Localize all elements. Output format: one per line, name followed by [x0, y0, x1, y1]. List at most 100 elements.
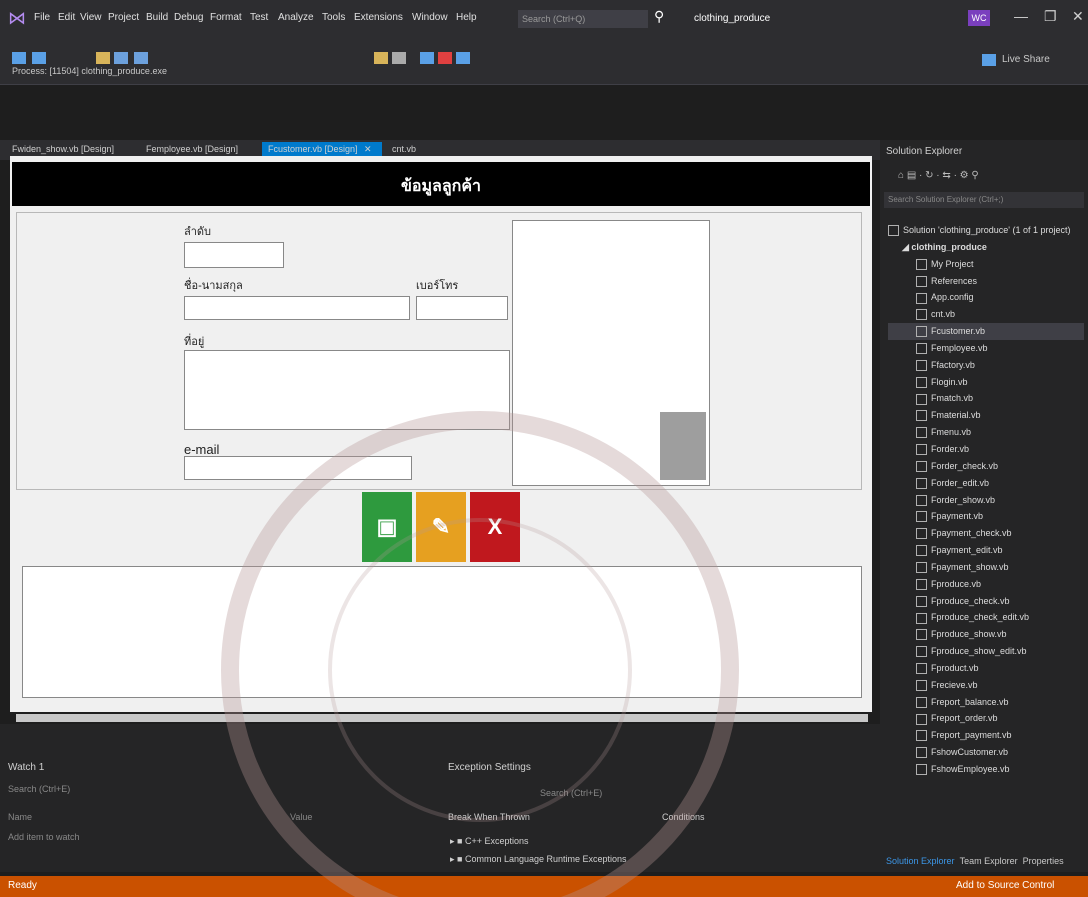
search-input[interactable]: Search (Ctrl+Q)	[518, 10, 648, 28]
edit-button[interactable]: ✎	[416, 492, 466, 562]
solution-item[interactable]: Fcustomer.vb	[888, 323, 1084, 340]
menu-project[interactable]: Project	[108, 12, 139, 23]
visual-studio-logo-icon: ⋈	[8, 8, 26, 28]
solution-item[interactable]: Fpayment_edit.vb	[888, 542, 1084, 559]
solution-item[interactable]: Fproduce_check_edit.vb	[888, 609, 1084, 626]
watch-search-input[interactable]: Search (Ctrl+E)	[8, 784, 70, 794]
tab-femployee[interactable]: Femployee.vb [Design]	[146, 144, 238, 154]
name-field[interactable]	[184, 296, 410, 320]
forward-icon[interactable]	[32, 52, 46, 64]
solution-item[interactable]: Fmaterial.vb	[888, 407, 1084, 424]
phone-field[interactable]	[416, 296, 508, 320]
menu-help[interactable]: Help	[456, 12, 477, 23]
solution-item[interactable]: Fpayment_show.vb	[888, 559, 1084, 576]
file-icon	[916, 545, 927, 557]
solution-item[interactable]: Flogin.vb	[888, 374, 1084, 391]
menu-window[interactable]: Window	[412, 12, 448, 23]
tab-cnt[interactable]: cnt.vb	[392, 144, 416, 154]
solution-item[interactable]: Fpayment_check.vb	[888, 525, 1084, 542]
solution-item[interactable]: cnt.vb	[888, 306, 1084, 323]
exception-row[interactable]: ▸ ■ Common Language Runtime Exceptions	[450, 854, 627, 865]
solution-item[interactable]: Ffactory.vb	[888, 357, 1084, 374]
file-icon	[916, 663, 927, 675]
solution-item[interactable]: My Project	[888, 256, 1084, 273]
avatar[interactable]: WC	[968, 10, 990, 26]
tab-team-explorer[interactable]: Team Explorer	[960, 856, 1018, 866]
solution-item-label: Fproduce_check_edit.vb	[931, 612, 1030, 623]
tab-solution-explorer[interactable]: Solution Explorer	[886, 856, 955, 866]
label-name: ชื่อ-นามสกุล	[184, 280, 243, 292]
menu-analyze[interactable]: Analyze	[278, 12, 314, 23]
menu-extensions[interactable]: Extensions	[354, 12, 403, 23]
tab-fcustomer[interactable]: Fcustomer.vb [Design]	[268, 144, 358, 154]
solution-item-label: Fmatch.vb	[931, 393, 974, 404]
solution-item[interactable]: FshowEmployee.vb	[888, 761, 1084, 778]
solution-item[interactable]: Freport_payment.vb	[888, 727, 1084, 744]
process-selector[interactable]: Process: [11504] clothing_produce.exe	[12, 66, 167, 76]
no-field[interactable]	[184, 242, 284, 268]
menu-edit[interactable]: Edit	[58, 12, 75, 23]
designer-horizontal-scrollbar[interactable]	[16, 714, 868, 722]
stop-icon[interactable]	[438, 52, 452, 64]
browse-image-button[interactable]	[660, 412, 706, 480]
solution-item[interactable]: Fmenu.vb	[888, 424, 1084, 441]
find-icon[interactable]	[374, 52, 388, 64]
address-field[interactable]	[184, 350, 510, 430]
open-folder-icon[interactable]	[96, 52, 110, 64]
search-icon[interactable]: ⚲	[654, 8, 664, 25]
solution-item-label: Forder.vb	[931, 443, 970, 454]
solution-root[interactable]: Solution 'clothing_produce' (1 of 1 proj…	[888, 222, 1084, 239]
menu-tools[interactable]: Tools	[322, 12, 345, 23]
solution-item[interactable]: Fproduce_show_edit.vb	[888, 643, 1084, 660]
exception-search-input[interactable]: Search (Ctrl+E)	[540, 788, 602, 798]
solution-item[interactable]: Fpayment.vb	[888, 508, 1084, 525]
menu-build[interactable]: Build	[146, 12, 168, 23]
solution-item[interactable]: Fproduct.vb	[888, 660, 1084, 677]
restart-icon[interactable]	[456, 52, 470, 64]
save-button[interactable]: ▣	[362, 492, 412, 562]
solution-item[interactable]: Fmatch.vb	[888, 390, 1084, 407]
exception-row[interactable]: ▸ ■ C++ Exceptions	[450, 836, 529, 847]
menu-debug[interactable]: Debug	[174, 12, 203, 23]
toolbar-icon[interactable]	[392, 52, 406, 64]
close-icon[interactable]: ✕	[1072, 8, 1084, 25]
solution-item[interactable]: FshowCustomer.vb	[888, 744, 1084, 761]
project-node[interactable]: ◢ clothing_produce	[888, 239, 1084, 256]
solution-item[interactable]: App.config	[888, 289, 1084, 306]
solution-item[interactable]: Femployee.vb	[888, 340, 1084, 357]
live-share-icon[interactable]	[982, 54, 996, 66]
solution-item[interactable]: Forder_edit.vb	[888, 475, 1084, 492]
save-icon[interactable]	[114, 52, 128, 64]
add-source-control-button[interactable]: Add to Source Control	[956, 880, 1054, 891]
menu-format[interactable]: Format	[210, 12, 242, 23]
solution-item[interactable]: Fproduce_check.vb	[888, 593, 1084, 610]
solution-item[interactable]: Forder_show.vb	[888, 492, 1084, 509]
solution-item[interactable]: Forder.vb	[888, 441, 1084, 458]
solution-item[interactable]: Fproduce_show.vb	[888, 626, 1084, 643]
email-field[interactable]	[184, 456, 412, 480]
customer-list-view[interactable]	[22, 566, 862, 698]
tab-close-icon[interactable]: ✕	[364, 144, 372, 155]
cancel-button[interactable]: X	[470, 492, 520, 562]
solution-item[interactable]: Frecieve.vb	[888, 677, 1084, 694]
solution-item[interactable]: Freport_balance.vb	[888, 694, 1084, 711]
solution-item[interactable]: Freport_order.vb	[888, 710, 1084, 727]
tab-fwiden-show[interactable]: Fwiden_show.vb [Design]	[12, 144, 114, 154]
solution-item[interactable]: Fproduce.vb	[888, 576, 1084, 593]
minimize-icon[interactable]: —	[1014, 8, 1028, 24]
menu-view[interactable]: View	[80, 12, 102, 23]
se-toolbar[interactable]: ⌂ ▤ · ↻ · ⇆ · ⚙ ⚲	[898, 170, 979, 181]
live-share-button[interactable]: Live Share	[1002, 54, 1050, 65]
save-all-icon[interactable]	[134, 52, 148, 64]
tab-properties[interactable]: Properties	[1023, 856, 1064, 866]
menu-test[interactable]: Test	[250, 12, 268, 23]
file-icon	[916, 343, 927, 355]
restore-icon[interactable]: ❐	[1044, 8, 1057, 25]
back-icon[interactable]	[12, 52, 26, 64]
solution-item[interactable]: References	[888, 273, 1084, 290]
watch-add-item[interactable]: Add item to watch	[8, 832, 80, 842]
solution-item[interactable]: Forder_check.vb	[888, 458, 1084, 475]
solution-search-input[interactable]: Search Solution Explorer (Ctrl+;)	[884, 192, 1084, 208]
menu-file[interactable]: File	[34, 12, 50, 23]
pause-icon[interactable]	[420, 52, 434, 64]
